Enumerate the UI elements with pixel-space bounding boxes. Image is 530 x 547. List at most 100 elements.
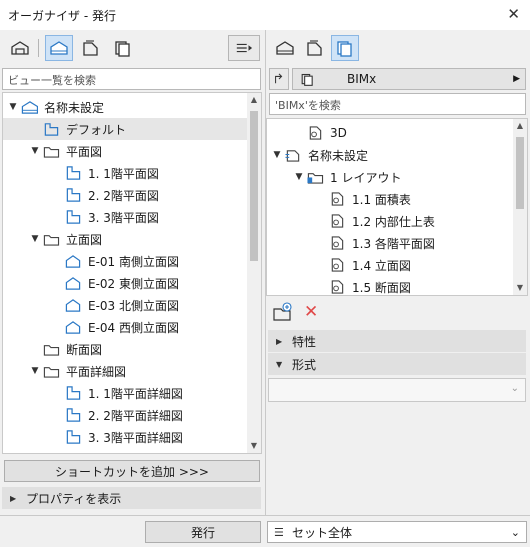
tree-item[interactable]: 1. 1階平面図 (3, 162, 247, 184)
layout-book-icon[interactable] (301, 35, 329, 61)
collapse-arrow-icon: ▼ (276, 359, 283, 369)
scroll-up-icon[interactable]: ▲ (513, 119, 527, 133)
layout-page-icon (327, 234, 347, 252)
view-map-tree: ▼天井伏図3. 3階平面詳細図 2. 2階平面詳細図 1. 1階平面詳細図 ▼ 平面詳細… (2, 92, 262, 454)
expand-arrow-icon: ▶ (276, 336, 283, 346)
tree-item[interactable]: 3. 3階平面図 (3, 206, 247, 228)
scroll-down-icon[interactable]: ▼ (247, 439, 261, 453)
folder-icon (41, 340, 61, 358)
publish-scope-select[interactable]: ☰ セット全体 ⌄ (267, 521, 527, 543)
go-up-button[interactable] (269, 68, 289, 90)
tree-item-label: 平面図 (66, 144, 103, 159)
tree-item[interactable]: 1. 1階平面詳細図 (3, 382, 247, 404)
new-folder-icon[interactable] (272, 302, 294, 322)
chevron-down-icon: ⌄ (510, 525, 520, 539)
layout-book-icon (283, 146, 303, 164)
project-map-icon (19, 98, 39, 116)
publisher-set-name: BIMx (347, 72, 377, 86)
panel-menu-button[interactable] (228, 35, 260, 61)
floor-plan-icon (63, 164, 83, 182)
tree-item[interactable]: 3D (267, 122, 513, 144)
expand-arrow-icon[interactable]: ▼ (29, 234, 41, 244)
show-properties-label: プロパティを表示 (26, 491, 122, 506)
layout-book-icon[interactable] (77, 35, 105, 61)
scroll-thumb[interactable] (250, 111, 258, 261)
tree-item-label: 1.2 内部仕上表 (352, 214, 435, 229)
tree-item[interactable]: E-04 西側立面図 (3, 316, 247, 338)
tree-item-label: 1. 1階平面詳細図 (88, 386, 183, 401)
expand-arrow-icon[interactable]: ▼ (293, 172, 305, 182)
tree-item[interactable]: E-03 北側立面図 (3, 294, 247, 316)
elevation-icon (63, 252, 83, 270)
right-tree-scrollbar[interactable]: ▲ ▼ (513, 119, 527, 295)
add-shortcut-button[interactable]: ショートカットを追加 >>> (4, 460, 260, 482)
floor-plan-icon (63, 384, 83, 402)
tree-item-label: 1. 1階平面図 (88, 166, 159, 181)
tree-item-label: 名称未設定 (308, 148, 369, 163)
view-search-input[interactable]: ビュー一覧を検索 (2, 68, 261, 90)
tree-item[interactable]: ▼ 名称未設定 (3, 96, 247, 118)
elevation-icon (63, 318, 83, 336)
properties-section[interactable]: ▶ 特性 (268, 330, 526, 352)
delete-icon[interactable]: ✕ (304, 303, 318, 321)
folder-icon (41, 142, 61, 160)
left-tree-scrollbar[interactable]: ▲ ▼ (247, 93, 261, 453)
project-map-icon[interactable] (271, 35, 299, 61)
tree-item[interactable]: E-02 東側立面図 (3, 272, 247, 294)
tree-item[interactable]: 2. 2階平面詳細図 (3, 404, 247, 426)
layout-page-icon (327, 190, 347, 208)
scroll-up-icon[interactable]: ▲ (247, 93, 261, 107)
format-dropdown[interactable]: ⌄ (268, 378, 526, 402)
tree-item[interactable]: ▼ 平面図 (3, 140, 247, 162)
publisher-sets-icon[interactable] (331, 35, 359, 61)
expand-arrow-icon[interactable]: ▼ (7, 102, 19, 112)
scroll-thumb[interactable] (516, 137, 524, 209)
view-map-icon[interactable] (45, 35, 73, 61)
tree-item[interactable]: ▼ 1 レイアウト (267, 166, 513, 188)
view-folder-icon (41, 120, 61, 138)
tree-item-label: E-03 北側立面図 (88, 298, 179, 313)
tree-item-label: 2. 2階平面詳細図 (88, 408, 183, 423)
scroll-down-icon[interactable]: ▼ (513, 281, 527, 295)
publish-button[interactable]: 発行 (145, 521, 261, 543)
tree-item[interactable]: 1.3 各階平面図 (267, 232, 513, 254)
publisher-set-selector[interactable]: BIMx ▶ (292, 68, 526, 90)
tree-item[interactable]: 2. 2階平面図 (3, 184, 247, 206)
layout-page-icon (327, 278, 347, 295)
project-map-icon[interactable] (6, 35, 34, 61)
format-section[interactable]: ▼ 形式 (268, 353, 526, 375)
chevron-down-icon: ⌄ (510, 383, 519, 394)
expand-arrow-icon[interactable]: ▼ (29, 366, 41, 376)
publisher-panel: BIMx ▶ 'BIMx'を検索 1.5 断面図 1.4 立面図 1.3 各階平面図… (266, 30, 530, 515)
tree-item-label: 1.1 面積表 (352, 192, 411, 207)
tree-item[interactable]: 1.5 断面図 (267, 276, 513, 295)
chevron-right-icon: ▶ (513, 74, 520, 84)
publisher-sets-icon[interactable] (109, 35, 137, 61)
expand-arrow-icon[interactable]: ▼ (271, 150, 283, 160)
tree-item[interactable]: E-01 南側立面図 (3, 250, 247, 272)
tree-item[interactable]: ▼ 平面詳細図 (3, 360, 247, 382)
tree-item-label: デフォルト (66, 122, 127, 137)
tree-item[interactable]: ▼ 立面図 (3, 228, 247, 250)
close-icon[interactable]: ✕ (507, 5, 520, 23)
expand-arrow-icon[interactable]: ▼ (29, 146, 41, 156)
floor-plan-icon (63, 406, 83, 424)
tree-item[interactable]: デフォルト (3, 118, 247, 140)
tree-item-label: 1 レイアウト (330, 170, 402, 185)
show-properties-toggle[interactable]: ▶ プロパティを表示 (2, 487, 261, 509)
tree-item-label: E-02 東側立面図 (88, 276, 179, 291)
tree-item[interactable]: 3. 3階平面詳細図 (3, 426, 247, 448)
properties-label: 特性 (292, 334, 317, 349)
tree-item[interactable]: 1.2 内部仕上表 (267, 210, 513, 232)
tree-item[interactable]: ▼天井伏図 (3, 448, 247, 454)
list-icon: ☰ (274, 525, 284, 539)
title-bar: オーガナイザ - 発行 ✕ (0, 0, 530, 30)
folder-icon (41, 230, 61, 248)
tree-item[interactable]: ▼ 名称未設定 (267, 144, 513, 166)
tree-item-label: 1.3 各階平面図 (352, 236, 435, 251)
tree-item-label: 平面詳細図 (66, 364, 127, 379)
tree-item[interactable]: 1.1 面積表 (267, 188, 513, 210)
tree-item[interactable]: 断面図 (3, 338, 247, 360)
tree-item[interactable]: 1.4 立面図 (267, 254, 513, 276)
publisher-search-input[interactable]: 'BIMx'を検索 (269, 93, 526, 115)
